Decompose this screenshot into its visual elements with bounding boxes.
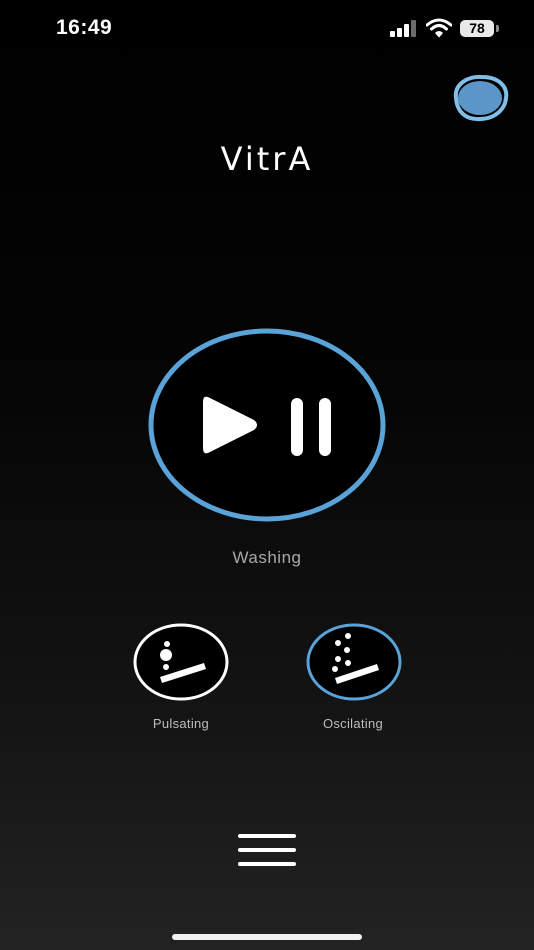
status-bar: 16:49 78 <box>0 0 534 60</box>
oscillating-mode-label: Oscilating <box>322 716 384 731</box>
wash-state-label: Washing <box>232 548 302 567</box>
oscillating-mode-button[interactable] <box>305 622 403 702</box>
battery-level: 78 <box>469 20 485 36</box>
home-indicator[interactable] <box>172 934 362 940</box>
battery-tip <box>496 25 499 32</box>
vitra-logo: VitrA <box>220 140 314 178</box>
pulsating-mode-label: Pulsating <box>152 716 210 731</box>
play-pause-button[interactable] <box>148 328 386 522</box>
cellular-signal-icon <box>390 20 416 37</box>
oscillating-spray-icon <box>306 623 402 701</box>
blue-blob-icon[interactable] <box>446 72 512 124</box>
menu-button[interactable] <box>236 832 298 872</box>
pulsating-mode-button[interactable] <box>132 622 230 702</box>
wifi-icon <box>426 18 452 38</box>
play-pause-icon <box>148 328 386 522</box>
status-time: 16:49 <box>56 16 113 39</box>
battery-icon: 78 <box>460 20 494 37</box>
pulsating-spray-icon <box>133 623 229 701</box>
hamburger-menu-icon <box>238 834 296 866</box>
